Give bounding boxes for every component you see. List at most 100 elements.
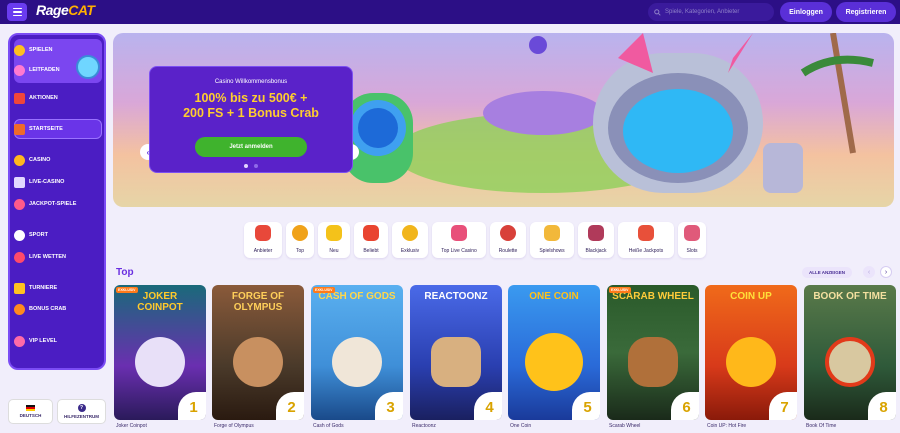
exclusive-badge: EXKLUSIV <box>313 287 335 293</box>
category-top-live-casino[interactable]: Top Live Casino <box>432 222 486 258</box>
sidebar-footer: DEUTSCH ? HILFEZENTRUM <box>8 399 106 425</box>
game-name[interactable]: Cash of Gods <box>313 423 344 429</box>
trophy-icon <box>14 282 25 294</box>
game-name[interactable]: Reactoonz <box>412 423 436 429</box>
language-selector[interactable]: DEUTSCH <box>8 399 53 424</box>
category-label: Neu <box>329 248 339 254</box>
game-tile-joker-coinpot[interactable]: JOKER COINPOT EXKLUSIV 1 <box>114 285 206 420</box>
sidebar-item-vip[interactable]: VIP LEVEL <box>14 334 57 348</box>
sidebar-item-bonus-crab[interactable]: BONUS CRAB <box>14 302 66 316</box>
game-name[interactable]: Scarab Wheel <box>609 423 640 429</box>
sidebar-item-turniere[interactable]: TURNIERE <box>14 281 57 295</box>
cat-figure-icon <box>628 337 678 387</box>
sidebar-item-label: AKTIONEN <box>29 95 58 101</box>
game-name[interactable]: One Coin <box>510 423 531 429</box>
game-tile-one-coin[interactable]: ONE COIN 5 <box>508 285 600 420</box>
category-beliebt[interactable]: Beliebt <box>354 222 388 258</box>
sidebar-item-leitfaden[interactable]: LEITFADEN <box>14 63 60 77</box>
category-heisse-jackpots[interactable]: Heiße Jackpots <box>618 222 674 258</box>
category-label: Top <box>295 248 305 254</box>
sidebar-item-label: TURNIERE <box>29 285 58 291</box>
category-top[interactable]: Top <box>286 222 314 258</box>
game-tile-coin-up[interactable]: COIN UP 7 <box>705 285 797 420</box>
register-button[interactable]: Registrieren <box>836 2 896 22</box>
category-slots[interactable]: Slots <box>678 222 706 258</box>
bonus-headline-line1: 100% bis zu 500€ + <box>194 91 308 105</box>
game-name[interactable]: Joker Coinpot <box>116 423 147 429</box>
bonus-subtitle: Casino Willkommensbonus <box>214 79 288 85</box>
god-face-icon <box>332 337 382 387</box>
exclusive-badge: EXKLUSIV <box>609 287 631 293</box>
game-art-title: JOKER COINPOT <box>137 291 183 313</box>
category-exklusiv[interactable]: Exklusiv <box>392 222 428 258</box>
game-art-title: REACTOONZ <box>424 291 488 302</box>
top-bar: RageCAT Spiele, Kategorien, Anbieter Ein… <box>0 0 900 24</box>
games-next-arrow[interactable]: › <box>880 266 892 278</box>
top-games-row: JOKER COINPOT EXKLUSIV 1 FORGE OF OLYMPU… <box>114 285 896 433</box>
sidebar-item-label: SPORT <box>29 232 48 238</box>
sidebar-item-live-wetten[interactable]: LIVE WETTEN <box>14 250 66 264</box>
live-casino-icon <box>14 176 25 188</box>
carousel-dot-active[interactable] <box>244 164 248 168</box>
game-name[interactable]: Coin UP: Hot Fire <box>707 423 746 429</box>
sidebar-item-jackpot[interactable]: JACKPOT-SPIELE <box>14 197 76 211</box>
gold-coin-icon <box>525 333 583 391</box>
game-tile-cash-of-gods[interactable]: CASH OF GODS EXKLUSIV 3 <box>311 285 403 420</box>
sidebar-item-sport[interactable]: SPORT <box>14 228 48 242</box>
crab-icon <box>14 303 25 315</box>
game-art-title: ONE COIN <box>529 291 579 302</box>
sidebar-item-label: JACKPOT-SPIELE <box>29 201 77 207</box>
game-name[interactable]: Forge of Olympus <box>214 423 254 429</box>
game-tile-scarab-wheel[interactable]: SCARAB WHEEL EXKLUSIV 6 <box>607 285 699 420</box>
logo-text-rage: Rage <box>36 2 69 18</box>
help-center-button[interactable]: ? HILFEZENTRUM <box>57 399 106 424</box>
up-coin-icon <box>726 337 776 387</box>
hamburger-icon-line <box>12 14 22 17</box>
category-neu[interactable]: Neu <box>318 222 350 258</box>
sidebar-item-label: LIVE WETTEN <box>29 254 66 260</box>
category-label: Top Live Casino <box>441 248 477 254</box>
category-blackjack[interactable]: Blackjack <box>578 222 614 258</box>
top-medal-icon <box>292 225 308 241</box>
games-prev-arrow[interactable]: ‹ <box>863 266 875 278</box>
sidebar-item-label: BONUS CRAB <box>29 306 67 312</box>
sidebar-item-aktionen[interactable]: AKTIONEN <box>14 91 58 105</box>
carousel-dot[interactable] <box>254 164 258 168</box>
sidebar-item-live-casino[interactable]: LIVE-CASINO <box>14 175 64 189</box>
login-button[interactable]: Einloggen <box>780 2 832 22</box>
hamburger-icon-line <box>12 11 22 13</box>
game-name[interactable]: Book Of Time <box>806 423 836 429</box>
category-label: Blackjack <box>585 248 607 254</box>
german-flag-icon <box>26 405 35 411</box>
sidebar-item-casino[interactable]: CASINO <box>14 153 50 167</box>
signup-cta-button[interactable]: Jetzt anmelden <box>195 137 307 157</box>
vip-icon <box>14 335 25 347</box>
help-label: HILFEZENTRUM <box>64 414 99 419</box>
category-roulette[interactable]: Roulette <box>490 222 526 258</box>
category-anbieter[interactable]: Anbieter <box>244 222 282 258</box>
live-bet-icon <box>14 251 25 263</box>
category-bar: Anbieter Top Neu Beliebt Exklusiv Top Li… <box>244 222 706 258</box>
sidebar-item-startseite[interactable]: STARTSEITE <box>14 122 63 136</box>
game-tile-reactoonz[interactable]: REACTOONZ 4 <box>410 285 502 420</box>
game-tile-forge-of-olympus[interactable]: FORGE OF OLYMPUS 2 <box>212 285 304 420</box>
show-all-button[interactable]: ALLE ANZEIGEN <box>802 267 852 278</box>
game-art-title: BOOK OF TIME <box>813 291 887 302</box>
slots-icon <box>684 225 700 241</box>
star-icon <box>363 225 379 241</box>
sidebar-item-label: STARTSEITE <box>29 126 63 132</box>
category-spielshows[interactable]: Spielshows <box>530 222 574 258</box>
ragecat-logo[interactable]: RageCAT <box>36 2 95 18</box>
sidebar-item-label: SPIELEN <box>29 47 53 53</box>
alien-monster-icon <box>431 337 481 387</box>
search-icon <box>654 8 661 16</box>
casino-icon <box>14 154 25 166</box>
search-input[interactable]: Spiele, Kategorien, Anbieter <box>648 3 774 21</box>
hot-jackpot-icon <box>638 225 654 241</box>
hamburger-menu-button[interactable] <box>7 3 27 21</box>
language-label: DEUTSCH <box>19 413 42 418</box>
sidebar-item-spielen[interactable]: SPIELEN <box>14 43 53 57</box>
search-placeholder: Spiele, Kategorien, Anbieter <box>665 9 740 15</box>
ball-icon <box>14 229 25 241</box>
game-tile-book-of-time[interactable]: BOOK OF TIME 8 <box>804 285 896 420</box>
